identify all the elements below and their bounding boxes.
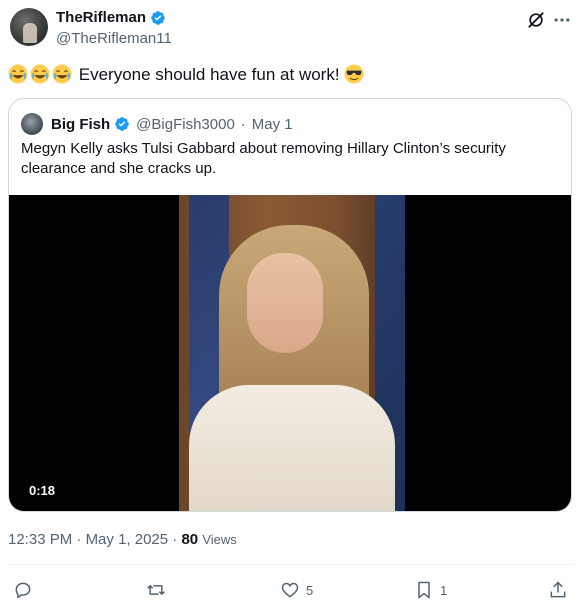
- tweet-text: Everyone should have fun at work!: [8, 62, 574, 88]
- reply-button[interactable]: [13, 580, 39, 600]
- author-display-name[interactable]: TheRifleman: [56, 8, 146, 28]
- action-bar: 5 1: [0, 576, 582, 608]
- bookmark-button[interactable]: 1: [414, 580, 447, 600]
- share-icon: [550, 581, 566, 598]
- joy-emoji-icon: [52, 64, 72, 84]
- video-player[interactable]: 0:18: [9, 195, 571, 511]
- tweet-meta: 12:33 PM · May 1, 2025 · 80 Views: [8, 531, 237, 548]
- quoted-author-name: Big Fish: [51, 115, 111, 133]
- like-button[interactable]: 5: [280, 580, 313, 600]
- verified-badge-icon: [115, 117, 130, 131]
- like-count: 5: [306, 582, 314, 598]
- author-handle[interactable]: @TheRifleman11: [56, 29, 172, 49]
- author-avatar[interactable]: [10, 8, 48, 46]
- grok-icon[interactable]: [526, 10, 546, 30]
- share-button[interactable]: [548, 580, 574, 600]
- sunglasses-emoji-icon: [344, 64, 364, 84]
- quoted-tweet-text: Megyn Kelly asks Tulsi Gabbard about rem…: [21, 140, 506, 177]
- tweet-body-text: Everyone should have fun at work!: [78, 65, 340, 84]
- separator-dot: ·: [172, 531, 178, 548]
- video-duration: 0:18: [23, 481, 62, 500]
- author-name-row: TheRifleman: [56, 8, 172, 28]
- joy-emoji-icon: [30, 64, 50, 84]
- separator-dot: ·: [240, 115, 246, 133]
- separator-dot: ·: [76, 531, 82, 548]
- views-label: Views: [202, 532, 237, 547]
- bookmark-icon: [418, 581, 430, 599]
- quoted-tweet-card[interactable]: Big Fish @BigFish3000 · May 1 Megyn Kell…: [8, 98, 572, 512]
- quoted-tweet-header: Big Fish @BigFish3000 · May 1: [21, 113, 293, 135]
- bookmark-count: 1: [440, 582, 448, 598]
- author-info: TheRifleman @TheRifleman11: [56, 8, 172, 49]
- quoted-author-handle: @BigFish3000: [136, 115, 235, 133]
- heart-icon: [281, 582, 299, 598]
- reply-icon: [15, 582, 31, 599]
- divider: [8, 564, 574, 565]
- joy-emoji-icon: [8, 64, 28, 84]
- tweet-header: TheRifleman @TheRifleman11: [8, 6, 574, 50]
- quoted-author-avatar: [21, 113, 43, 135]
- verified-badge-icon: [151, 11, 165, 25]
- more-options-icon[interactable]: [552, 10, 572, 30]
- repost-button[interactable]: [146, 580, 172, 600]
- views-count: 80: [181, 531, 199, 548]
- tweet-date[interactable]: May 1, 2025: [86, 531, 169, 548]
- repost-icon: [147, 584, 165, 596]
- quoted-tweet-date: May 1: [251, 115, 293, 133]
- video-frame: [179, 195, 405, 511]
- tweet-time[interactable]: 12:33 PM: [8, 531, 72, 548]
